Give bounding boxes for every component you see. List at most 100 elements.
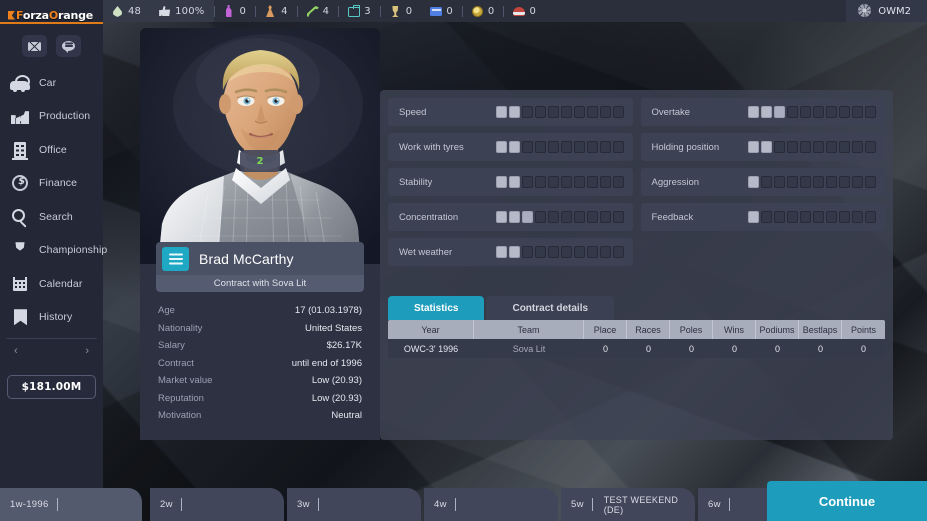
sidebar-item-office[interactable]: Office bbox=[0, 133, 103, 167]
rating-box bbox=[865, 211, 876, 223]
attribute-row: Aggression bbox=[640, 168, 885, 196]
sidebar-item-car[interactable]: Car bbox=[0, 66, 103, 100]
attribute-label: Stability bbox=[399, 176, 433, 188]
info-row-contract: Contract until end of 1996 bbox=[158, 355, 362, 373]
table-column-header[interactable]: Bestlaps bbox=[799, 320, 842, 339]
sidebar-item-championship[interactable]: Championship bbox=[0, 234, 107, 268]
tab-statistics[interactable]: Statistics bbox=[388, 296, 485, 320]
stat-fuel[interactable]: 48 bbox=[103, 0, 151, 22]
rating-box bbox=[774, 211, 785, 223]
rating-box bbox=[774, 176, 785, 188]
table-column-header[interactable]: Wins bbox=[713, 320, 756, 339]
stat-cards[interactable]: 0 bbox=[421, 0, 462, 22]
attribute-row: Wet weather bbox=[388, 238, 633, 266]
rating-box bbox=[560, 141, 572, 153]
table-column-header[interactable]: Place bbox=[584, 320, 627, 339]
rating-box bbox=[612, 106, 624, 118]
table-cell: 0 bbox=[688, 343, 694, 354]
sidebar-item-history[interactable]: History bbox=[0, 301, 103, 335]
chat-bubble-icon bbox=[62, 41, 75, 51]
attribute-label: Wet weather bbox=[399, 246, 453, 258]
rating-box bbox=[586, 246, 598, 258]
attribute-label: Concentration bbox=[399, 211, 459, 223]
attribute-label: Holding position bbox=[651, 141, 720, 153]
timeline-segment-3w[interactable]: 3w bbox=[287, 488, 421, 521]
attribute-rating-boxes bbox=[748, 106, 876, 118]
attributes-left-column: Speed Work with tyres Stability Concentrati… bbox=[388, 98, 633, 273]
timeline-segment-4w[interactable]: 4w bbox=[424, 488, 558, 521]
rating-box bbox=[586, 141, 598, 153]
timeline-segment-5w[interactable]: 5w TEST WEEKEND (DE) bbox=[561, 488, 695, 521]
stat-helmets[interactable]: 0 bbox=[504, 0, 545, 22]
table-cell: OWC-3' 1996 bbox=[403, 343, 459, 354]
stat-sponsors[interactable]: 3 bbox=[339, 0, 380, 22]
sidebar-item-label: Production bbox=[39, 110, 91, 123]
driver-name-bar[interactable]: Brad McCarthy bbox=[156, 242, 364, 275]
gear-icon bbox=[858, 4, 872, 17]
user-menu[interactable]: OWM2 bbox=[846, 0, 927, 22]
timeline-tick bbox=[317, 498, 319, 511]
rating-box bbox=[547, 176, 559, 188]
rating-box bbox=[826, 211, 837, 223]
stat-trophies[interactable]: 0 bbox=[381, 0, 422, 22]
stat-staff[interactable]: 4 bbox=[256, 0, 297, 22]
building-icon bbox=[10, 140, 30, 160]
table-column-header[interactable]: Poles bbox=[670, 320, 713, 339]
continue-button[interactable]: Continue bbox=[767, 481, 927, 521]
budget-button[interactable]: $181.00M bbox=[7, 375, 96, 399]
info-key: Reputation bbox=[158, 392, 204, 404]
rating-box bbox=[573, 211, 585, 223]
season-timeline: 1w-1996 2w 3w 4w 5w TEST WEEKEND (DE) 6w… bbox=[0, 481, 927, 521]
timeline-segment-1w[interactable]: 1w-1996 bbox=[0, 488, 142, 521]
table-column-header[interactable]: Races bbox=[627, 320, 670, 339]
table-column-header[interactable]: Points bbox=[842, 320, 885, 339]
rating-box bbox=[852, 106, 863, 118]
rating-box bbox=[599, 176, 611, 188]
rating-box bbox=[761, 211, 772, 223]
info-value: Low (20.93) bbox=[311, 392, 362, 404]
tab-contract-details[interactable]: Contract details bbox=[486, 296, 615, 320]
rating-box bbox=[586, 106, 598, 118]
driver-card: 2 Brad McCarthy Contract with Sova Lit A… bbox=[140, 28, 380, 440]
attribute-rating-boxes bbox=[495, 246, 624, 258]
pager-next-button[interactable]: › bbox=[85, 345, 89, 357]
sidebar-item-finance[interactable]: Finance bbox=[0, 167, 103, 201]
stat-value: 4 bbox=[281, 5, 288, 17]
info-row-motivation: Motivation Neutral bbox=[158, 407, 362, 425]
table-column-header[interactable]: Team bbox=[474, 320, 584, 339]
attribute-rating-boxes bbox=[495, 141, 624, 153]
chat-button[interactable] bbox=[56, 35, 81, 57]
stat-bottle[interactable]: 0 bbox=[215, 0, 256, 22]
person-icon bbox=[265, 5, 276, 17]
rating-box bbox=[787, 211, 798, 223]
logo-orza: orza bbox=[22, 8, 49, 22]
attribute-rating-boxes bbox=[495, 176, 624, 188]
info-row-nationality: Nationality United States bbox=[158, 320, 362, 338]
table-row[interactable]: OWC-3' 1996 Sova Lit 0 0 0 0 0 0 0 bbox=[388, 339, 885, 358]
mail-button[interactable] bbox=[22, 35, 47, 57]
driver-number-badge: 2 bbox=[240, 150, 280, 172]
pager-prev-button[interactable]: ‹ bbox=[14, 345, 18, 357]
rating-box bbox=[839, 106, 850, 118]
stat-engineers[interactable]: 4 bbox=[298, 0, 339, 22]
info-key: Motivation bbox=[158, 410, 202, 422]
attribute-rating-boxes bbox=[748, 141, 876, 153]
sidebar-item-production[interactable]: Production bbox=[0, 100, 103, 134]
table-column-header[interactable]: Podiums bbox=[756, 320, 799, 339]
rating-box bbox=[573, 141, 585, 153]
driver-details-panel: Speed Work with tyres Stability Concentrati… bbox=[380, 90, 893, 440]
rating-box bbox=[787, 176, 798, 188]
rating-box bbox=[612, 141, 624, 153]
rating-box bbox=[748, 141, 759, 153]
stat-coins[interactable]: 0 bbox=[463, 0, 504, 22]
table-column-header[interactable]: Year bbox=[388, 320, 474, 339]
sidebar-item-search[interactable]: Search bbox=[0, 200, 103, 234]
timeline-segment-2w[interactable]: 2w bbox=[150, 488, 284, 521]
stat-value: 100% bbox=[175, 5, 205, 17]
info-key: Market value bbox=[158, 375, 213, 387]
stat-morale[interactable]: 100% bbox=[150, 0, 214, 22]
app-logo[interactable]: ForzaOrange bbox=[0, 0, 103, 22]
sidebar-item-calendar[interactable]: Calendar bbox=[0, 267, 103, 301]
info-value: United States bbox=[304, 322, 362, 334]
top-stats-strip: 48 100% 0 4 4 3 0 0 0 0 bbox=[103, 0, 846, 22]
